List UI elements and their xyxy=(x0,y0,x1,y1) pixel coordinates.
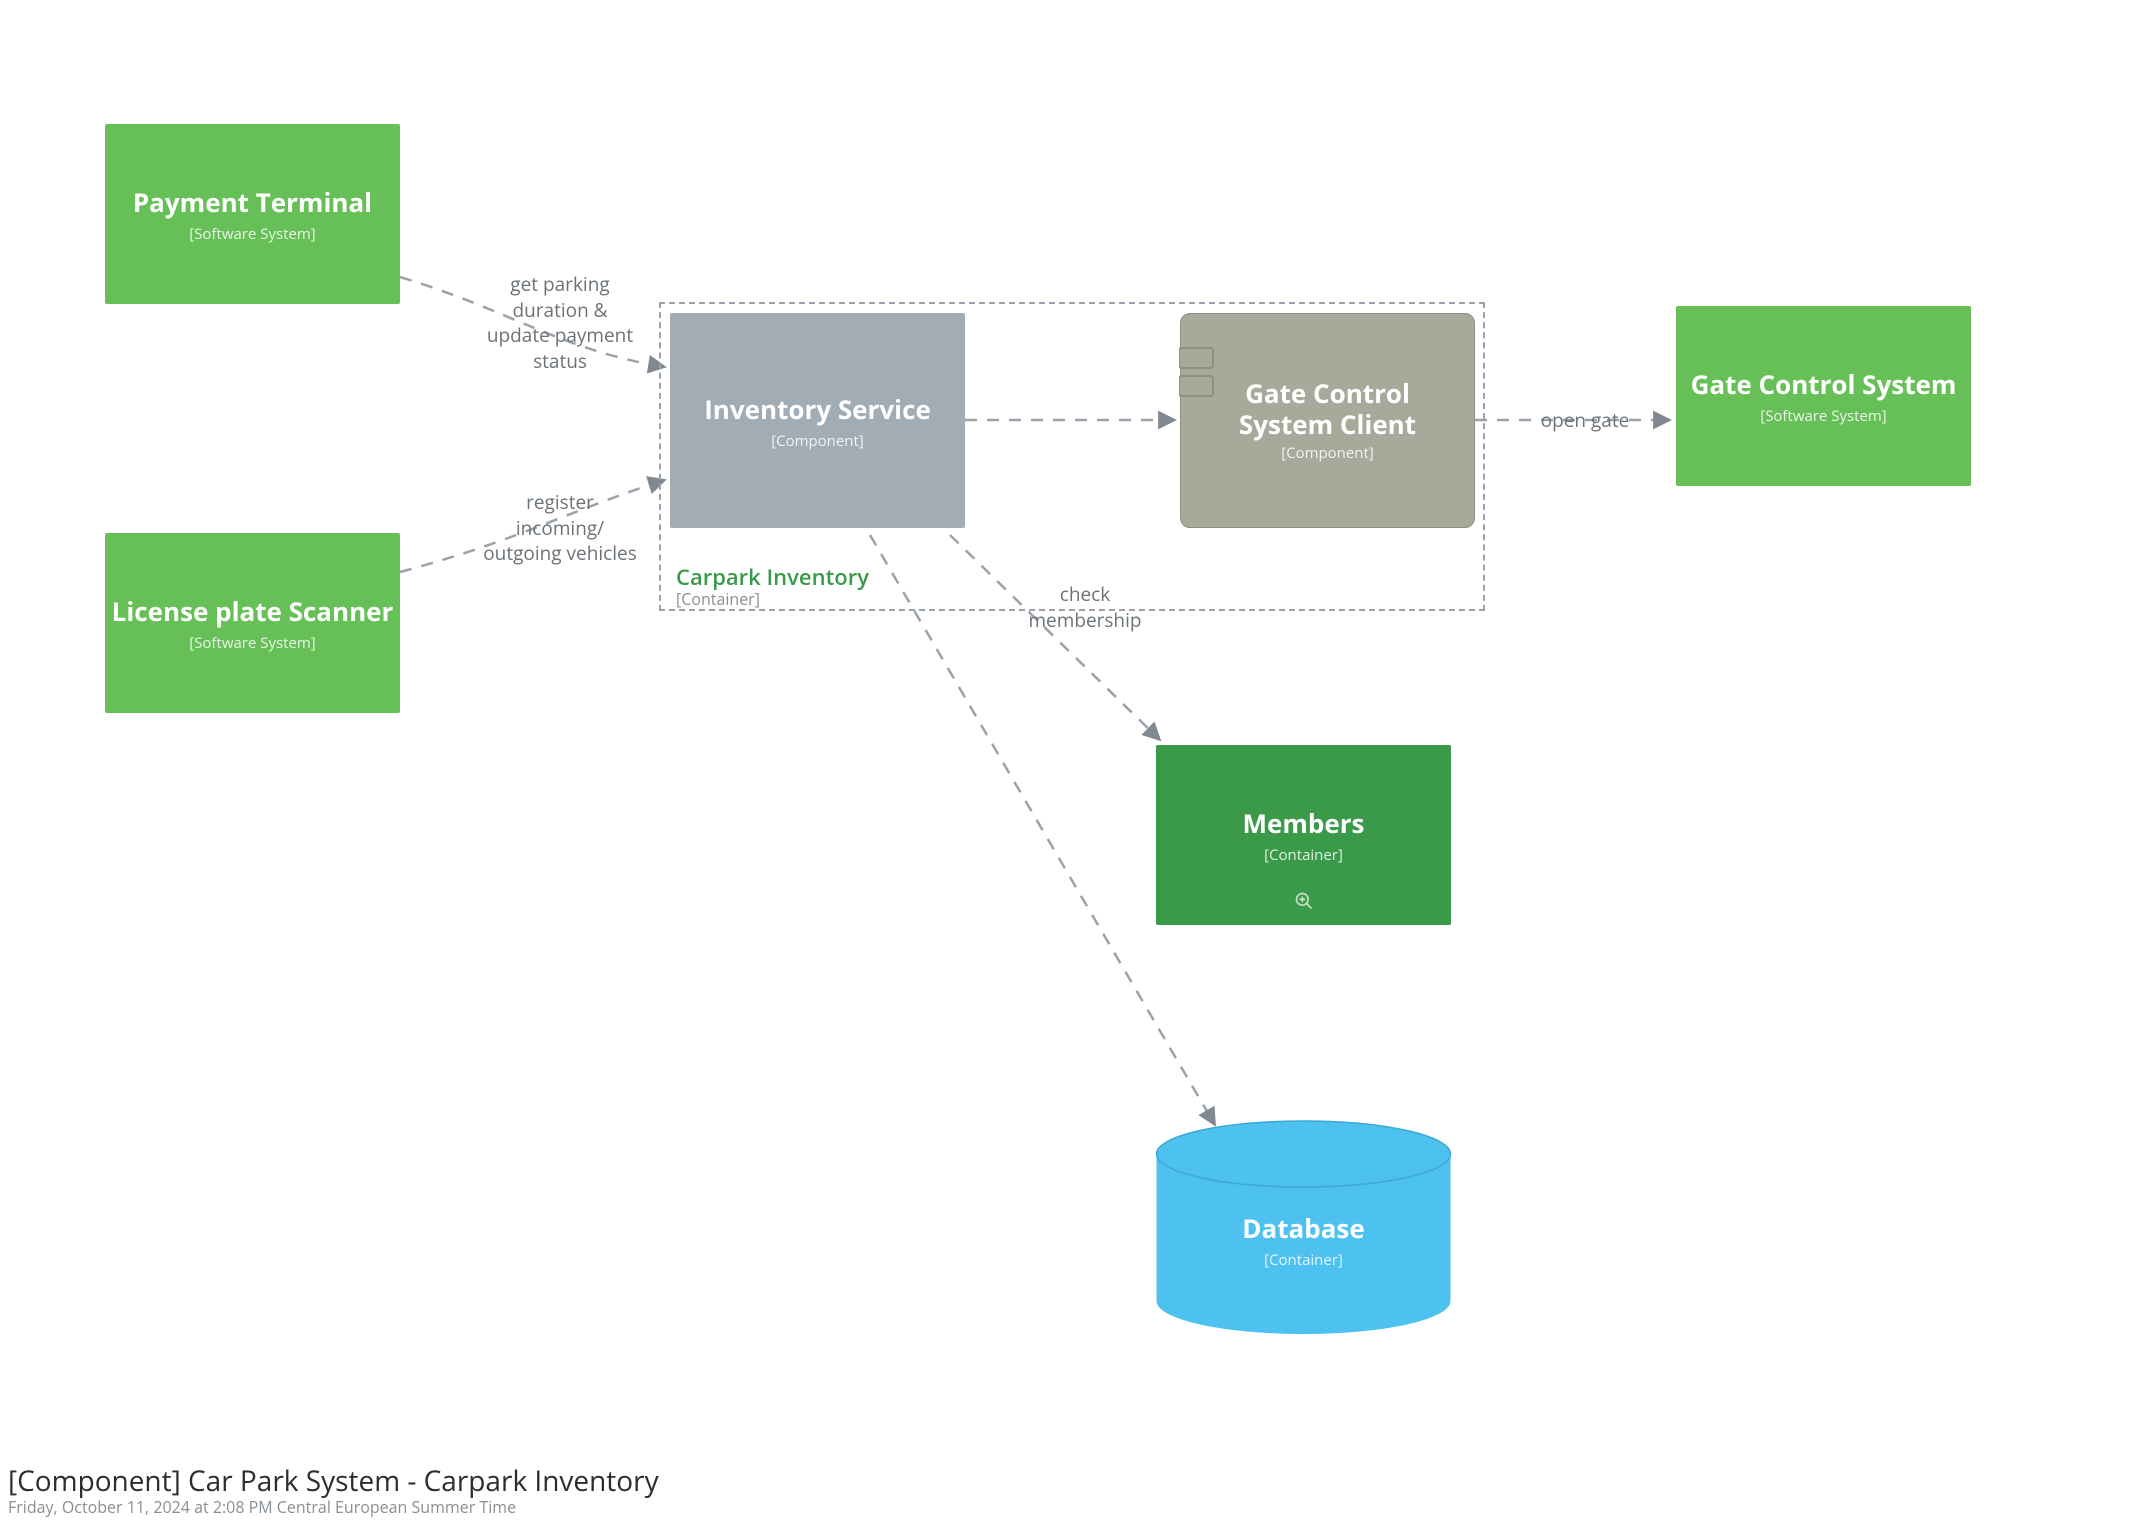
component-icon xyxy=(1179,344,1221,404)
edge-label-register-vehicles: register incoming/ outgoing vehicles xyxy=(465,490,655,567)
container-group-subtitle: [Container] xyxy=(676,588,760,610)
node-gate-control-system[interactable]: Gate Control System [Software System] xyxy=(1676,306,1971,486)
node-subtitle: [Software System] xyxy=(189,224,315,244)
node-title: Gate Control System xyxy=(1691,366,1957,402)
node-subtitle: [Software System] xyxy=(1760,406,1886,426)
node-title: Gate Control System Client xyxy=(1181,378,1474,439)
node-members[interactable]: Members [Container] xyxy=(1156,745,1451,925)
node-payment-terminal[interactable]: Payment Terminal [Software System] xyxy=(105,124,400,304)
node-title: Members xyxy=(1243,805,1365,841)
node-title: License plate Scanner xyxy=(112,593,394,629)
edge-label-get-parking: get parking duration & update payment st… xyxy=(465,272,655,375)
diagram-timestamp: Friday, October 11, 2024 at 2:08 PM Cent… xyxy=(8,1496,516,1518)
node-subtitle: [Container] xyxy=(1264,845,1343,865)
node-inventory-service[interactable]: Inventory Service [Component] xyxy=(670,313,965,528)
node-subtitle: [Component] xyxy=(1281,443,1374,463)
node-title: Payment Terminal xyxy=(133,184,372,220)
node-subtitle: [Software System] xyxy=(189,633,315,653)
node-database[interactable]: Database [Container] xyxy=(1156,1120,1451,1335)
node-subtitle: [Container] xyxy=(1156,1250,1451,1270)
node-gate-control-client[interactable]: Gate Control System Client [Component] xyxy=(1180,313,1475,528)
node-subtitle: [Component] xyxy=(771,431,864,451)
edge-label-open-gate: open gate xyxy=(1525,408,1645,434)
node-title: Database xyxy=(1156,1210,1451,1246)
node-license-plate-scanner[interactable]: License plate Scanner [Software System] xyxy=(105,533,400,713)
zoom-in-icon[interactable] xyxy=(1294,890,1314,917)
diagram-canvas: Carpark Inventory [Container] Payment Te… xyxy=(0,0,2147,1522)
edge-label-check-membership: check membership xyxy=(1005,582,1165,633)
diagram-title: [Component] Car Park System - Carpark In… xyxy=(8,1462,659,1500)
node-title: Inventory Service xyxy=(704,391,931,427)
